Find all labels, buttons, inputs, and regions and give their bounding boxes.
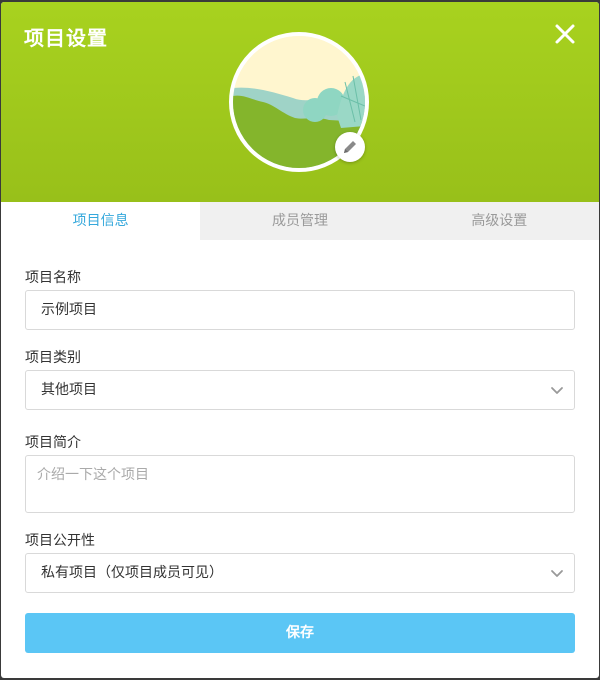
- project-description-label: 项目简介: [25, 435, 81, 451]
- project-visibility-label: 项目公开性: [25, 533, 95, 549]
- tab-bar: 项目信息 成员管理 高级设置: [1, 202, 599, 240]
- project-name-label: 项目名称: [25, 270, 81, 286]
- project-description-textarea[interactable]: 介绍一下这个项目: [25, 455, 575, 513]
- close-button[interactable]: [553, 22, 577, 46]
- chevron-down-icon: [551, 387, 563, 394]
- tab-advanced-settings[interactable]: 高级设置: [400, 202, 599, 240]
- tab-member-management[interactable]: 成员管理: [200, 202, 399, 240]
- close-icon: [555, 24, 575, 44]
- tab-project-info[interactable]: 项目信息: [1, 202, 201, 240]
- save-button[interactable]: 保存: [25, 613, 575, 653]
- project-category-select[interactable]: 其他项目: [25, 370, 575, 410]
- project-visibility-value: 私有项目（仅项目成员可见）: [41, 565, 223, 581]
- project-settings-dialog: 项目设置 项目信息 成员管理 高级设置 项目名称 示例项目 项目类别 其他项目 …: [1, 2, 599, 678]
- project-category-label: 项目类别: [25, 350, 81, 366]
- project-category-value: 其他项目: [41, 382, 97, 398]
- dialog-header: 项目设置: [1, 2, 599, 202]
- pencil-icon: [344, 141, 356, 153]
- dialog-title: 项目设置: [24, 26, 108, 50]
- chevron-down-icon: [551, 570, 563, 577]
- edit-avatar-button[interactable]: [335, 132, 365, 162]
- project-avatar-wrap: [229, 32, 369, 172]
- project-visibility-select[interactable]: 私有项目（仅项目成员可见）: [25, 553, 575, 593]
- project-name-input[interactable]: 示例项目: [25, 290, 575, 330]
